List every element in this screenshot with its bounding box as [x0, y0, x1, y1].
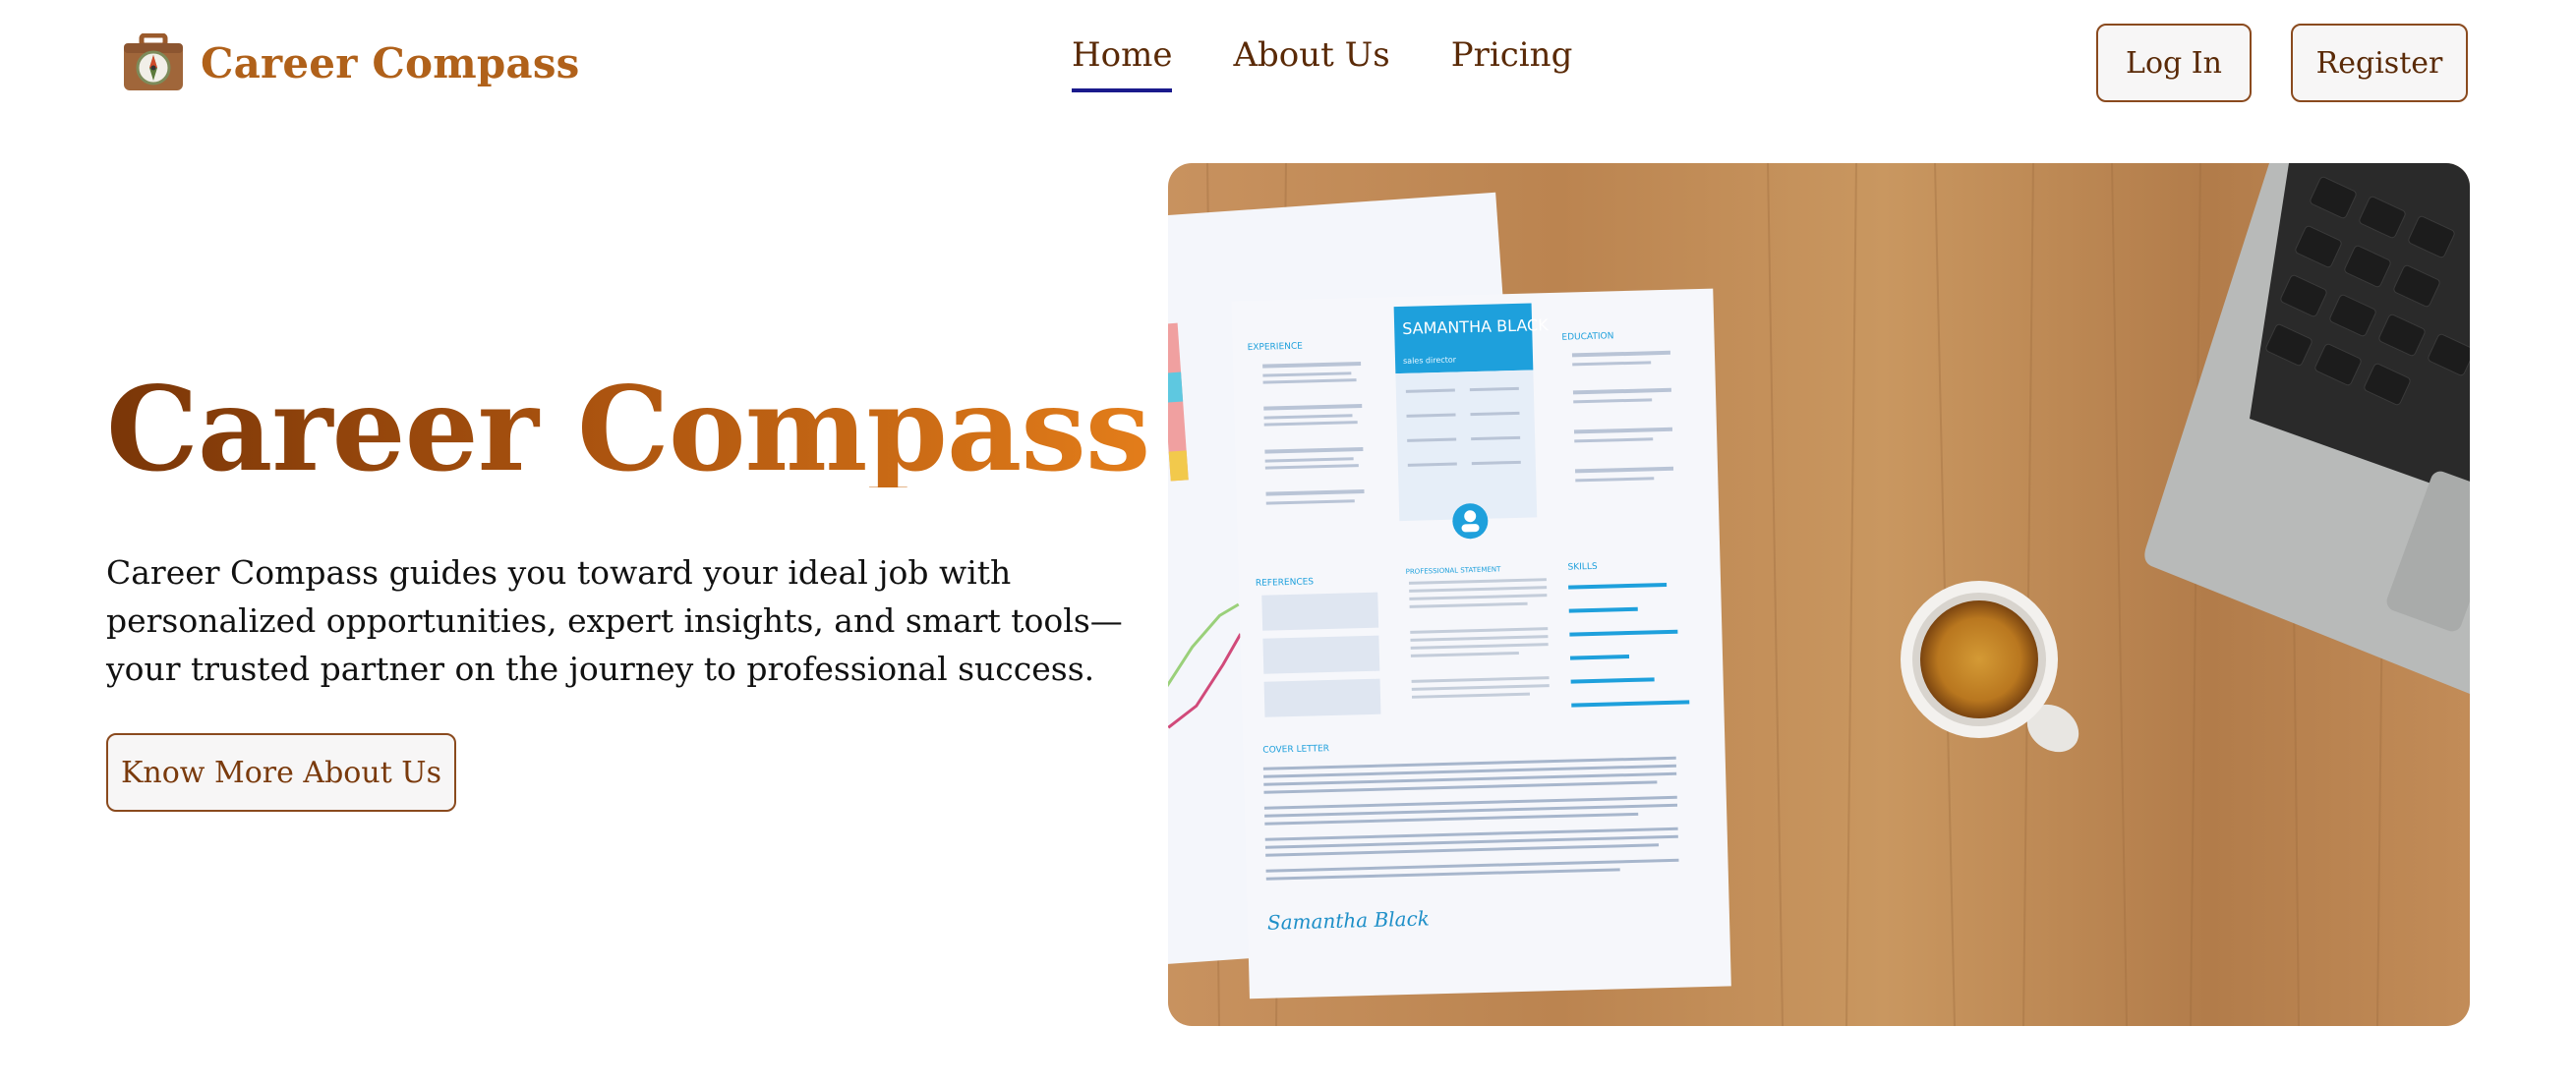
nav-about-link[interactable]: About Us [1233, 35, 1389, 92]
nav-pricing-link[interactable]: Pricing [1451, 35, 1573, 92]
brand-name: Career Compass [201, 38, 580, 87]
know-more-button[interactable]: Know More About Us [106, 733, 456, 812]
resume-section-cover: COVER LETTER [1262, 744, 1329, 756]
resume-signature: Samantha Black [1267, 906, 1431, 934]
nav-home-link[interactable]: Home [1072, 35, 1173, 92]
brand-logo[interactable]: Career Compass [122, 31, 580, 94]
hero-image: SAMANTHA BLACK sales director EXPERIENCE… [1168, 163, 2470, 1026]
desk-illustration: SAMANTHA BLACK sales director EXPERIENCE… [1168, 163, 2470, 1026]
resume-section-skills: SKILLS [1567, 562, 1598, 573]
top-nav: Career Compass Home About Us Pricing Log… [0, 0, 2576, 128]
main-nav: Home About Us Pricing [1072, 35, 1572, 92]
resume-role: sales director [1403, 355, 1457, 365]
resume-section-education: EDUCATION [1561, 331, 1613, 342]
resume-section-experience: EXPERIENCE [1248, 342, 1304, 353]
hero-title: Career Compass [106, 361, 1150, 497]
resume-section-references: REFERENCES [1256, 577, 1315, 589]
compass-briefcase-icon [124, 33, 183, 90]
resume-name: SAMANTHA BLACK [1402, 315, 1549, 338]
auth-buttons: Log In Register [2096, 24, 2468, 102]
login-button[interactable]: Log In [2096, 24, 2252, 102]
register-button[interactable]: Register [2291, 24, 2468, 102]
hero-description: Career Compass guides you toward your id… [106, 553, 1123, 688]
resume-paper: SAMANTHA BLACK sales director EXPERIENCE… [1231, 288, 1731, 999]
